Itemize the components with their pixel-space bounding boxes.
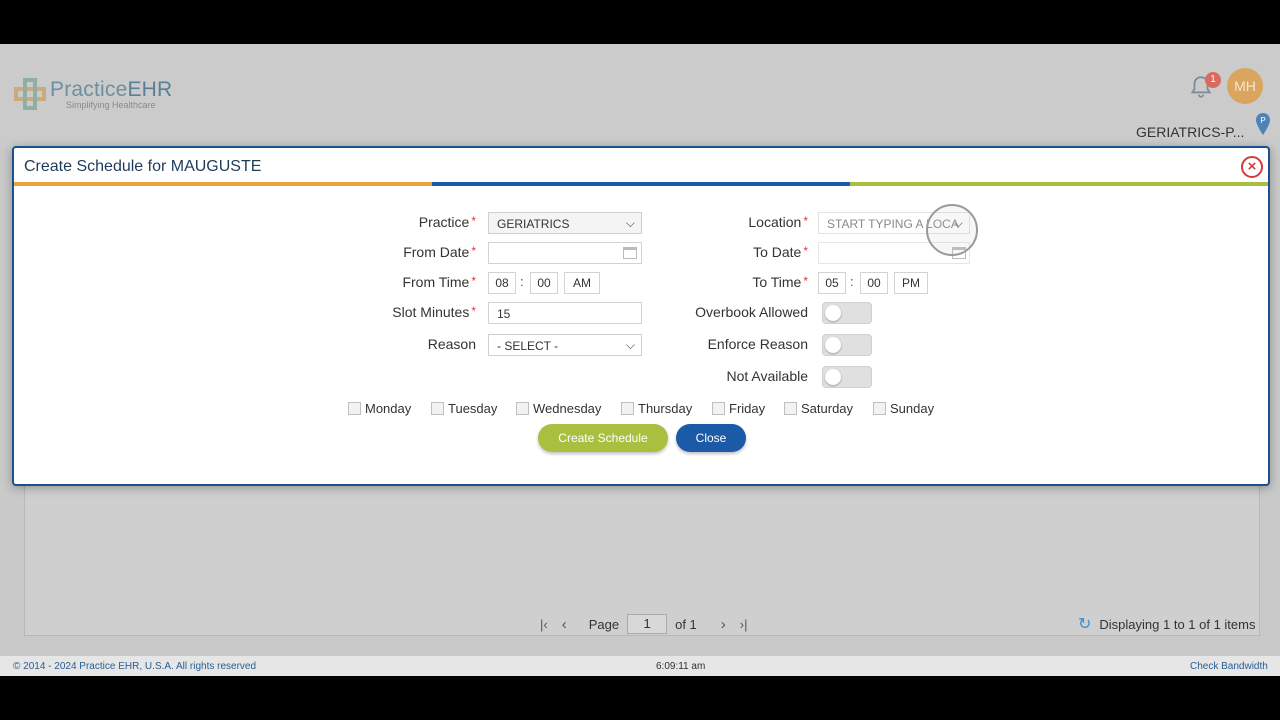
practiceehr-logo[interactable]: PracticeEHR Simplifying Healthcare [12, 76, 172, 112]
to-date-label: To Date * [753, 244, 808, 260]
prev-page-icon[interactable]: ‹ [562, 616, 567, 633]
check-bandwidth-link[interactable]: Check Bandwidth [1190, 661, 1268, 672]
chevron-down-icon: ⌵ [625, 338, 635, 352]
practice-select[interactable]: GERIATRICS ⌵ [488, 212, 642, 234]
display-count: Displaying 1 to 1 of 1 items [1099, 616, 1256, 632]
day-thursday[interactable]: Thursday [621, 401, 692, 416]
app-window: PracticeEHR Simplifying Healthcare 1 MH … [0, 44, 1280, 676]
close-circle-icon[interactable]: × [1241, 156, 1263, 178]
checkbox[interactable] [348, 402, 361, 415]
not-available-toggle[interactable] [822, 366, 872, 388]
cursor-highlight [926, 204, 978, 256]
clock-text: 6:09:11 am [656, 661, 706, 672]
app-header: PracticeEHR Simplifying Healthcare 1 MH … [0, 44, 1280, 148]
checkbox[interactable] [873, 402, 886, 415]
page-of-label: of 1 [675, 616, 697, 632]
location-label: Location * [748, 214, 808, 230]
day-wednesday[interactable]: Wednesday [516, 401, 601, 416]
reason-label: Reason [427, 336, 476, 352]
to-time-label: To Time * [752, 274, 808, 290]
next-page-icon[interactable]: › [721, 616, 726, 633]
to-minute-input[interactable]: 00 [860, 272, 888, 294]
pager: |‹ ‹ Page 1 of 1 › ›| ↻ Displaying 1 to … [0, 614, 1280, 636]
day-saturday[interactable]: Saturday [784, 401, 853, 416]
dialog-title: Create Schedule for MAUGUSTE [24, 158, 262, 175]
current-practice-label[interactable]: GERIATRICS-P... [1136, 124, 1244, 140]
enforce-reason-toggle[interactable] [822, 334, 872, 356]
from-hour-input[interactable]: 08 [488, 272, 516, 294]
notification-badge: 1 [1205, 72, 1221, 88]
create-schedule-button[interactable]: Create Schedule [538, 424, 668, 452]
color-bar [14, 182, 1268, 186]
page-number-input[interactable]: 1 [627, 614, 668, 634]
logo-cross-icon [12, 76, 48, 112]
map-pin-icon[interactable]: P [1255, 112, 1271, 136]
checkbox[interactable] [431, 402, 444, 415]
checkbox[interactable] [621, 402, 634, 415]
to-ampm-input[interactable]: PM [894, 272, 928, 294]
day-sunday[interactable]: Sunday [873, 401, 934, 416]
day-tuesday[interactable]: Tuesday [431, 401, 497, 416]
logo-main-text: Practice [50, 78, 128, 101]
create-schedule-dialog: Create Schedule for MAUGUSTE × Practice *… [12, 146, 1270, 486]
svg-text:P: P [1260, 116, 1265, 125]
copyright-text: © 2014 - 2024 Practice EHR, U.S.A. All r… [13, 661, 257, 672]
from-date-input[interactable] [488, 242, 642, 264]
from-minute-input[interactable]: 00 [530, 272, 558, 294]
practice-label: Practice * [418, 214, 476, 230]
overbook-allowed-label: Overbook Allowed [695, 304, 808, 320]
last-page-icon[interactable]: ›| [740, 617, 748, 632]
enforce-reason-label: Enforce Reason [707, 336, 808, 352]
from-ampm-input[interactable]: AM [564, 272, 600, 294]
slot-minutes-input[interactable]: 15 [488, 302, 642, 324]
avatar[interactable]: MH [1227, 68, 1263, 104]
calendar-icon[interactable] [623, 247, 637, 259]
not-available-label: Not Available [726, 368, 808, 384]
close-button[interactable]: Close [676, 424, 746, 452]
checkbox[interactable] [712, 402, 725, 415]
checkbox[interactable] [516, 402, 529, 415]
page-label: Page [588, 616, 620, 632]
overbook-allowed-toggle[interactable] [822, 302, 872, 324]
day-monday[interactable]: Monday [348, 401, 411, 416]
logo-bold-text: EHR [127, 78, 173, 101]
to-hour-input[interactable]: 05 [818, 272, 846, 294]
chevron-down-icon: ⌵ [625, 216, 635, 230]
from-date-label: From Date * [403, 244, 476, 260]
checkbox[interactable] [784, 402, 797, 415]
first-page-icon[interactable]: |‹ [540, 617, 548, 632]
reason-select[interactable]: - SELECT - ⌵ [488, 334, 642, 356]
footer: © 2014 - 2024 Practice EHR, U.S.A. All r… [0, 656, 1280, 676]
slot-minutes-label: Slot Minutes * [392, 304, 476, 320]
day-friday[interactable]: Friday [712, 401, 765, 416]
refresh-icon[interactable]: ↻ [1078, 614, 1091, 634]
from-time-label: From Time * [402, 274, 476, 290]
